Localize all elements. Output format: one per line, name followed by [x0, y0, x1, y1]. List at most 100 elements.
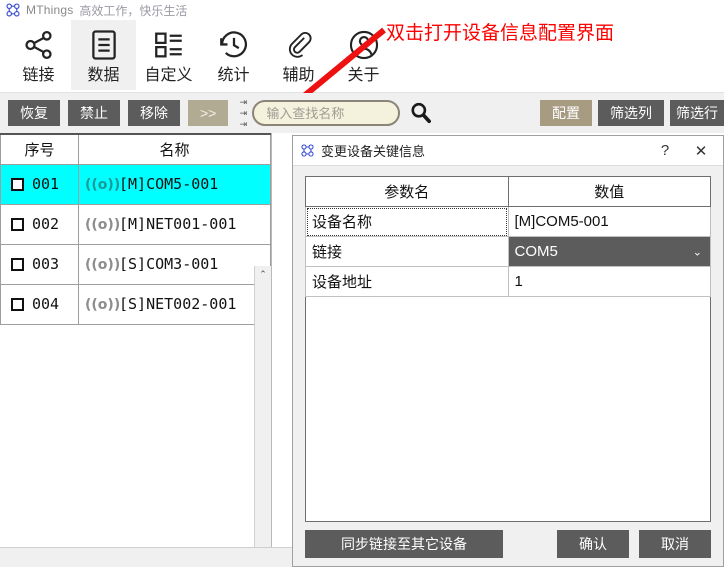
- param-value-device-name[interactable]: [M]COM5-001: [507, 206, 711, 237]
- search-area: [250, 100, 434, 126]
- right-toolbar-buttons: 配置 筛选列 筛选行: [540, 100, 724, 126]
- parameter-table-empty-area: [305, 297, 711, 522]
- ribbon-tab-data[interactable]: 数据: [71, 20, 136, 90]
- param-name-cell[interactable]: 设备地址: [305, 266, 509, 297]
- title-bar: MThings 高效工作，快乐生活: [0, 0, 724, 20]
- device-list-scrollbar[interactable]: ⌃: [254, 266, 271, 567]
- parameter-header-row: 参数名 数值: [305, 176, 711, 207]
- device-index-cell[interactable]: 003: [0, 243, 79, 285]
- ribbon-toolbar: 链接 数据 自定义 统计 辅助 关于: [0, 20, 724, 93]
- filter-rows-button[interactable]: 筛选行: [670, 100, 724, 126]
- column-header-name[interactable]: 名称: [78, 133, 271, 165]
- device-index-label: 001: [32, 175, 60, 193]
- app-name: MThings: [26, 3, 74, 17]
- device-index-cell[interactable]: 001: [0, 163, 79, 205]
- column-header-index[interactable]: 序号: [0, 133, 79, 165]
- share-nodes-icon: [22, 24, 56, 66]
- row-checkbox[interactable]: [11, 258, 24, 271]
- dialog-title-bar[interactable]: 变更设备关键信息 ? ✕: [293, 136, 723, 166]
- ribbon-tab-label: 自定义: [144, 67, 193, 84]
- list-blocks-icon: [152, 24, 186, 66]
- device-name-label: [S]NET002-001: [119, 295, 237, 313]
- device-name-label: [M]COM5-001: [119, 175, 219, 193]
- table-row[interactable]: 001 ((o))[M]COM5-001: [0, 163, 271, 205]
- table-row[interactable]: 002 ((o))[M]NET001-001: [0, 203, 271, 245]
- chevron-up-icon[interactable]: ⌃: [255, 266, 271, 283]
- column-header-param-name: 参数名: [305, 176, 509, 207]
- remove-button[interactable]: 移除: [128, 100, 180, 126]
- confirm-button[interactable]: 确认: [557, 530, 629, 558]
- table-row[interactable]: 003 ((o))[S]COM3-001: [0, 243, 271, 285]
- ribbon-tab-link[interactable]: 链接: [6, 20, 71, 90]
- dialog-footer-right: 确认 取消: [557, 530, 711, 558]
- parameter-table: 参数名 数值 设备名称 [M]COM5-001 链接 COM5 ⌄ 设备地址 1: [305, 176, 711, 297]
- device-name-cell[interactable]: ((o))[M]COM5-001: [78, 163, 271, 205]
- search-input[interactable]: [252, 100, 401, 126]
- status-strip: [0, 547, 292, 567]
- restore-button[interactable]: 恢复: [8, 100, 60, 126]
- action-toolbar: 恢复 禁止 移除 >> ⇥ ⇥ ⇥ 配置 筛选列 筛选行: [0, 93, 724, 133]
- param-name-cell[interactable]: 设备名称: [305, 206, 509, 237]
- filter-columns-button[interactable]: 筛选列: [598, 100, 664, 126]
- param-value-link-dropdown[interactable]: COM5 ⌄: [507, 236, 711, 267]
- row-checkbox[interactable]: [11, 218, 24, 231]
- device-index-cell[interactable]: 002: [0, 203, 79, 245]
- row-checkbox[interactable]: [11, 298, 24, 311]
- param-value-device-address[interactable]: 1: [507, 266, 711, 297]
- sync-link-to-other-devices-button[interactable]: 同步链接至其它设备: [305, 530, 503, 558]
- signal-broadcast-icon: ((o)): [85, 297, 121, 313]
- expand-more-button[interactable]: >>: [188, 100, 229, 126]
- param-name-cell[interactable]: 链接: [305, 236, 509, 267]
- app-slogan: 高效工作，快乐生活: [79, 3, 188, 18]
- device-config-dialog: 变更设备关键信息 ? ✕ 参数名 数值 设备名称 [M]COM5-001 链接: [292, 135, 724, 567]
- left-toolbar-buttons: 恢复 禁止 移除 >>: [0, 100, 236, 126]
- dialog-footer: 同步链接至其它设备 确认 取消: [293, 522, 723, 566]
- clover-logo-icon: [301, 144, 314, 157]
- ribbon-tab-statistics[interactable]: 统计: [201, 20, 266, 90]
- column-header-value: 数值: [507, 176, 711, 207]
- close-icon[interactable]: ✕: [683, 142, 719, 160]
- ribbon-tab-assist[interactable]: 辅助: [266, 20, 331, 90]
- search-icon[interactable]: [408, 100, 434, 126]
- device-index-label: 004: [32, 295, 60, 313]
- table-row[interactable]: 链接 COM5 ⌄: [305, 236, 711, 267]
- clover-logo-icon: [6, 3, 20, 17]
- device-list-panel: 序号 名称 001 ((o))[M]COM5-001 002 ((o))[M]N…: [0, 133, 272, 567]
- dialog-title: 变更设备关键信息: [321, 144, 426, 159]
- table-row[interactable]: 设备名称 [M]COM5-001: [305, 206, 711, 237]
- table-row[interactable]: 004 ((o))[S]NET002-001: [0, 283, 271, 325]
- help-icon[interactable]: ?: [647, 142, 683, 159]
- splitter-mark: ⇥: [239, 119, 248, 129]
- user-circle-icon: [347, 24, 381, 66]
- device-name-cell[interactable]: ((o))[S]COM3-001: [78, 243, 271, 285]
- device-table: 序号 名称 001 ((o))[M]COM5-001 002 ((o))[M]N…: [0, 133, 271, 325]
- configure-button[interactable]: 配置: [540, 100, 592, 126]
- device-index-label: 002: [32, 215, 60, 233]
- row-checkbox[interactable]: [11, 178, 24, 191]
- device-index-cell[interactable]: 004: [0, 283, 79, 325]
- table-row[interactable]: 设备地址 1: [305, 266, 711, 297]
- chevron-down-icon[interactable]: ⌄: [693, 245, 702, 258]
- signal-broadcast-icon: ((o)): [85, 177, 121, 193]
- splitter-mark: ⇥: [239, 97, 248, 107]
- ribbon-tab-label: 统计: [217, 67, 250, 84]
- document-lines-icon: [87, 24, 121, 66]
- device-name-cell[interactable]: ((o))[S]NET002-001: [78, 283, 271, 325]
- ribbon-tab-label: 链接: [22, 67, 55, 84]
- device-name-label: [S]COM3-001: [119, 255, 219, 273]
- ribbon-tab-label: 关于: [347, 67, 380, 84]
- ribbon-tab-custom[interactable]: 自定义: [136, 20, 201, 90]
- signal-broadcast-icon: ((o)): [85, 257, 121, 273]
- paperclip-icon: [282, 24, 316, 66]
- ribbon-tab-label: 辅助: [282, 67, 315, 84]
- splitter-mark: ⇥: [239, 108, 248, 118]
- annotation-text: 双击打开设备信息配置界面: [386, 22, 615, 44]
- panel-splitter-handle[interactable]: ⇥ ⇥ ⇥: [236, 93, 250, 133]
- link-selected-value: COM5: [514, 243, 558, 260]
- ribbon-tab-label: 数据: [87, 67, 120, 84]
- cancel-button[interactable]: 取消: [639, 530, 711, 558]
- dialog-title-actions: ? ✕: [647, 142, 719, 160]
- device-name-cell[interactable]: ((o))[M]NET001-001: [78, 203, 271, 245]
- disable-button[interactable]: 禁止: [68, 100, 120, 126]
- device-table-header-row: 序号 名称: [0, 133, 271, 165]
